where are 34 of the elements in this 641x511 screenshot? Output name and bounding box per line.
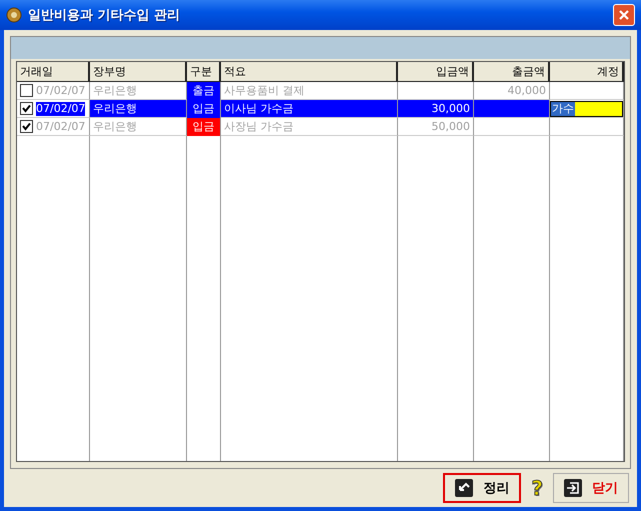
table-cell: 우리은행 xyxy=(90,118,187,136)
exit-icon xyxy=(564,479,582,497)
app-icon xyxy=(6,7,22,23)
window-title: 일반비용과 기타수입 관리 xyxy=(28,7,182,24)
row-checkbox[interactable] xyxy=(20,102,33,115)
type-tag: 입금 xyxy=(187,118,221,136)
column-header[interactable]: 적요 xyxy=(221,62,398,82)
column-header[interactable]: 계정 xyxy=(550,62,624,82)
column-header[interactable]: 거래일 xyxy=(17,62,90,82)
table-cell: 이사님 가수금 xyxy=(221,100,398,118)
undo-icon xyxy=(455,479,474,497)
row-checkbox[interactable] xyxy=(20,120,33,133)
tidy-button[interactable]: 정리 xyxy=(443,473,522,503)
table-cell: 07/02/07 xyxy=(36,102,86,116)
table-cell: 사무용품비 결제 xyxy=(221,82,398,100)
close-button[interactable]: 닫기 xyxy=(553,473,629,503)
row-checkbox[interactable] xyxy=(20,84,33,97)
type-tag: 출금 xyxy=(187,82,221,100)
column-header[interactable]: 장부명 xyxy=(90,62,187,82)
close-icon xyxy=(618,9,630,21)
table-cell: 50,000 xyxy=(398,118,474,136)
type-tag: 입금 xyxy=(187,100,221,118)
table-cell: 우리은행 xyxy=(90,82,187,100)
column-header[interactable]: 입금액 xyxy=(398,62,474,82)
table-cell: 사장님 가수금 xyxy=(221,118,398,136)
account-field[interactable]: 가수 xyxy=(550,100,623,116)
table-cell: 40,000 xyxy=(474,82,550,100)
column-header[interactable]: 구분 xyxy=(187,62,221,82)
table-cell: 07/02/07 xyxy=(36,120,86,134)
column-header[interactable]: 출금액 xyxy=(474,62,550,82)
close-button[interactable] xyxy=(613,4,635,26)
table-cell: 우리은행 xyxy=(90,100,187,118)
table-cell: 07/02/07 xyxy=(36,84,86,98)
table-cell: 30,000 xyxy=(398,100,474,118)
